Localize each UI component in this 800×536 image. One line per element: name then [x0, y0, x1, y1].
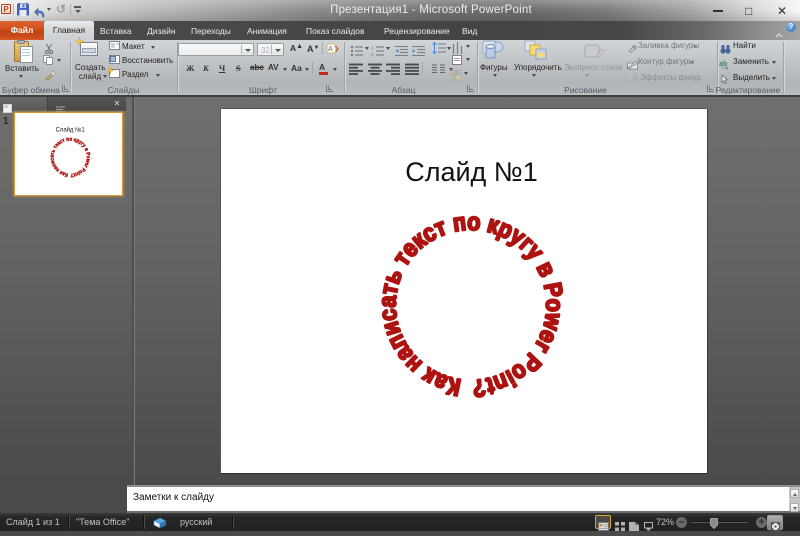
svg-text:2: 2 [371, 52, 374, 56]
svg-text:A: A [328, 46, 333, 53]
svg-text:Как написать текст по кругу в: Как написать текст по кругу в Power Poin… [50, 137, 91, 178]
svg-text:Слайд №1: Слайд №1 [56, 126, 85, 133]
svg-text:Как написать текст по кругу в: Как написать текст по кругу в Power Poin… [374, 209, 567, 401]
svg-text:1: 1 [371, 45, 374, 50]
